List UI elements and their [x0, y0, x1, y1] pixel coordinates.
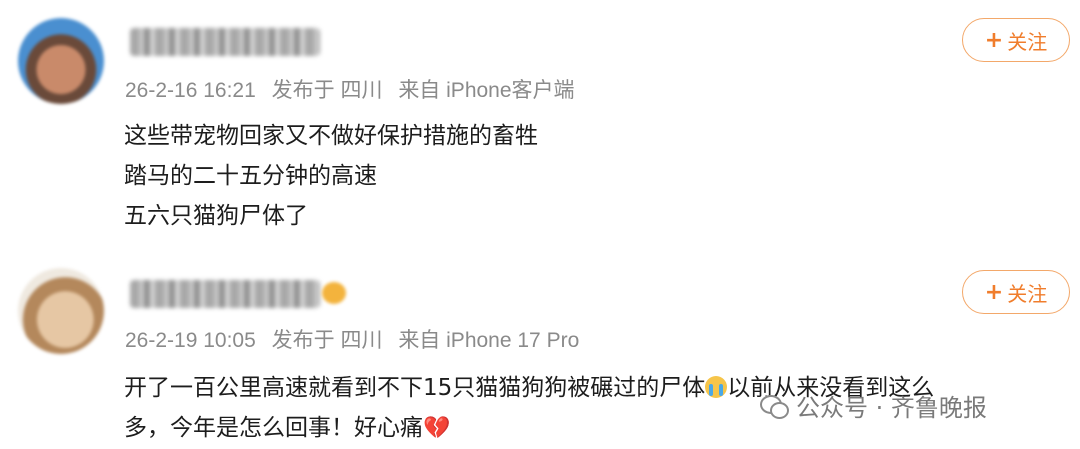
user-badge-icon	[322, 282, 346, 304]
watermark-text: 公众号 · 齐鲁晚报	[796, 394, 987, 422]
avatar[interactable]	[18, 18, 104, 104]
timestamp: 26-2-19 10:05	[125, 329, 256, 352]
content-text: 多，今年是怎么回事！好心痛	[124, 415, 423, 441]
content-line: 这些带宠物回家又不做好保护措施的畜牲	[124, 123, 538, 149]
username-blurred[interactable]	[130, 28, 320, 56]
location: 发布于 四川	[271, 329, 383, 352]
follow-button[interactable]: + 关注	[962, 270, 1070, 314]
comment-content: 这些带宠物回家又不做好保护措施的畜牲 踏马的二十五分钟的高速 五六只猫狗尸体了	[124, 116, 1060, 236]
content-line: 踏马的二十五分钟的高速	[124, 163, 377, 189]
comment-meta: 26-2-16 16:21 发布于 四川 来自 iPhone客户端	[125, 74, 585, 104]
timestamp: 26-2-16 16:21	[125, 79, 256, 102]
device: 来自 iPhone客户端	[398, 79, 575, 102]
watermark: 公众号 · 齐鲁晚报	[760, 388, 987, 423]
crying-face-icon	[705, 376, 728, 398]
plus-icon: +	[984, 279, 1004, 305]
follow-button[interactable]: + 关注	[962, 18, 1070, 62]
plus-icon: +	[984, 27, 1004, 53]
comment-meta: 26-2-19 10:05 发布于 四川 来自 iPhone 17 Pro	[125, 324, 589, 354]
content-line: 五六只猫狗尸体了	[124, 203, 308, 229]
device: 来自 iPhone 17 Pro	[398, 329, 580, 352]
follow-label: 关注	[1007, 281, 1048, 306]
broken-heart-icon: 💔	[423, 416, 451, 441]
follow-label: 关注	[1007, 29, 1048, 54]
username-blurred[interactable]	[130, 280, 320, 308]
comment-item-1: 26-2-16 16:21 发布于 四川 来自 iPhone客户端 + 关注 这…	[0, 0, 1080, 250]
wechat-icon	[760, 393, 790, 419]
location: 发布于 四川	[271, 79, 383, 102]
avatar[interactable]	[18, 268, 104, 354]
content-text: 开了一百公里高速就看到不下15只猫猫狗狗被碾过的尸体	[124, 375, 706, 401]
